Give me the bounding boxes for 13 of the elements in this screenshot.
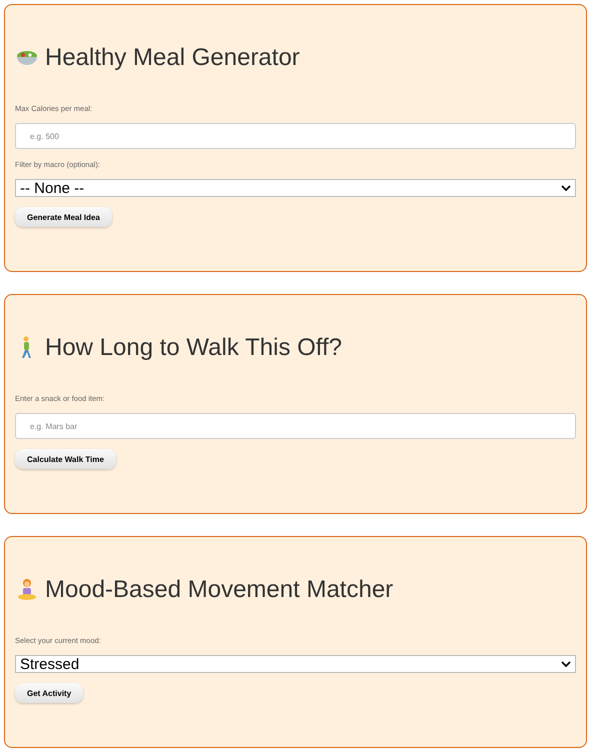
- chevron-down-icon: [561, 661, 571, 667]
- action-button[interactable]: Get Activity: [15, 683, 84, 703]
- dropdown[interactable]: -- None --: [15, 179, 576, 197]
- card-title: How Long to Walk This Off?: [45, 333, 342, 363]
- card-title: Mood-Based Movement Matcher: [45, 575, 394, 605]
- action-button[interactable]: Calculate Walk Time: [15, 449, 116, 469]
- meditating-person-icon: [15, 578, 39, 602]
- input-field[interactable]: e.g. Mars bar: [15, 413, 576, 439]
- input-field[interactable]: e.g. 500: [15, 123, 576, 149]
- chevron-down-icon: [561, 185, 571, 191]
- card-title: Healthy Meal Generator: [45, 43, 300, 73]
- dropdown[interactable]: Stressed: [15, 655, 576, 673]
- action-button[interactable]: Generate Meal Idea: [15, 207, 112, 227]
